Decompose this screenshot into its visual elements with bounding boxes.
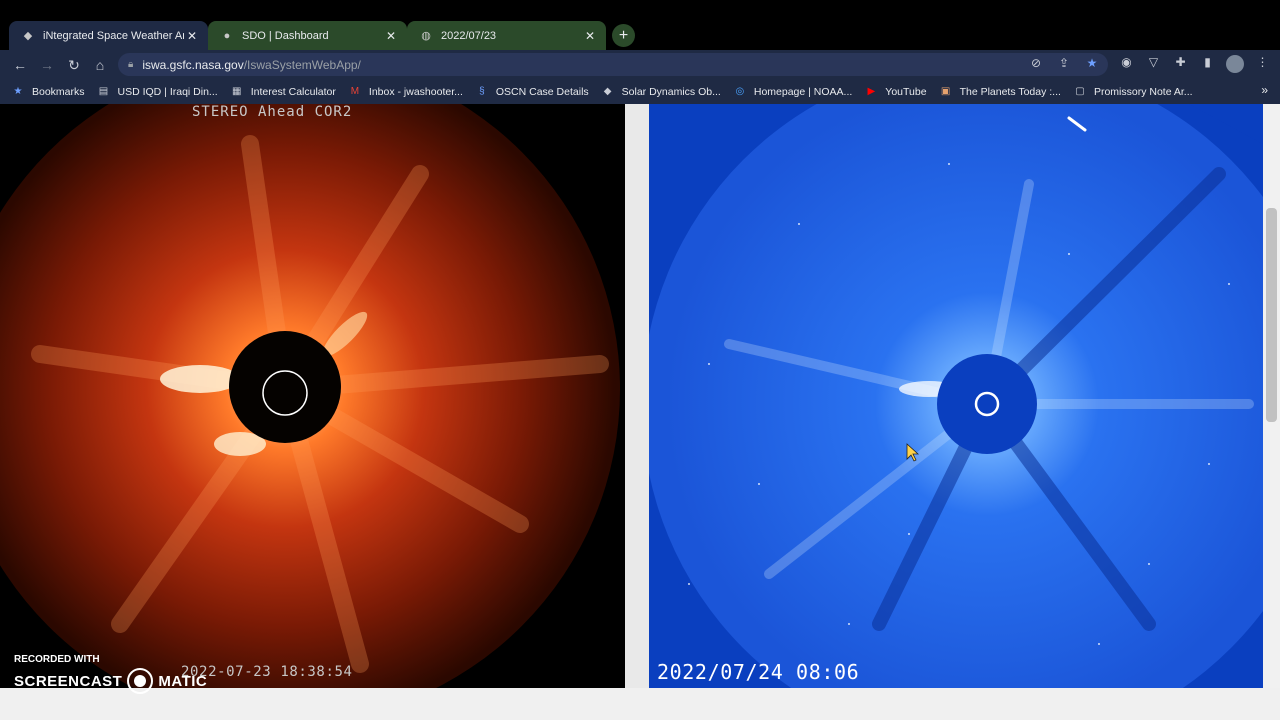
page-content: STEREO Ahead COR2 2022-07-23 18:38:54 20… <box>0 104 1280 720</box>
reload-icon[interactable]: ↻ <box>64 55 84 75</box>
close-tab-icon[interactable]: ✕ <box>383 28 399 44</box>
bookmark-label: Solar Dynamics Ob... <box>621 85 721 98</box>
close-tab-icon[interactable]: ✕ <box>582 28 598 44</box>
profile-avatar[interactable] <box>1226 55 1244 73</box>
instrument-title: STEREO Ahead COR2 <box>192 104 353 120</box>
planets-icon: ▣ <box>940 86 951 97</box>
bookmark-item[interactable]: ▢ Promissory Note Ar... <box>1074 85 1193 98</box>
extension-v-icon[interactable]: ▽ <box>1145 55 1162 73</box>
coronagraph-orange-svg <box>0 104 625 688</box>
close-tab-icon[interactable]: ✕ <box>184 28 200 44</box>
tab-strip: ◆ iNtegrated Space Weather Analy ✕ ● SDO… <box>0 0 1280 50</box>
bookmark-label: Homepage | NOAA... <box>753 85 853 98</box>
screencast-watermark: SCREENCAST MATIC <box>14 668 207 694</box>
bookmark-star-icon[interactable]: ★ <box>1084 56 1100 70</box>
bookmark-label: OSCN Case Details <box>495 85 589 98</box>
tab-iswa[interactable]: ◆ iNtegrated Space Weather Analy ✕ <box>9 21 208 50</box>
bookmarks-bar: ★ Bookmarks ▤ USD IQD | Iraqi Din... ▦ Inte… <box>0 79 1280 104</box>
url-path: /IswaSystemWebApp/ <box>243 57 361 72</box>
gmail-icon: M <box>350 86 360 97</box>
bookmarks-overflow-icon[interactable]: » <box>1261 83 1268 97</box>
share-icon[interactable]: ⇪ <box>1056 56 1072 70</box>
iqd-icon: ▤ <box>98 86 109 97</box>
youtube-icon: ▶ <box>867 86 876 97</box>
star-icon: ★ <box>13 86 23 97</box>
bookmark-item[interactable]: ▤ USD IQD | Iraqi Din... <box>98 86 218 98</box>
coronagraph-blue-svg <box>649 104 1263 688</box>
extension-w-icon[interactable]: ◉ <box>1118 55 1135 73</box>
tab-date[interactable]: ◍ 2022/07/23 ✕ <box>407 21 606 50</box>
recorded-with-label: RECORDED WITH <box>14 654 100 665</box>
tab-sdo[interactable]: ● SDO | Dashboard ✕ <box>208 21 407 50</box>
sdo-icon: ● <box>223 29 231 42</box>
watermark-brand-right: MATIC <box>158 672 208 690</box>
bookmark-label: The Planets Today :... <box>959 85 1061 98</box>
bookmark-item[interactable]: ▣ The Planets Today :... <box>940 86 1061 98</box>
tracking-blocked-icon[interactable]: ⊘ <box>1028 56 1044 70</box>
sidepanel-icon[interactable]: ▮ <box>1199 55 1216 73</box>
oscn-icon: § <box>479 86 485 97</box>
bookmark-item[interactable]: ▶ YouTube <box>865 86 926 98</box>
bookmark-label: Bookmarks <box>32 85 85 98</box>
stereo-cor2-image: STEREO Ahead COR2 2022-07-23 18:38:54 <box>0 104 625 688</box>
bookmark-item[interactable]: ▦ Interest Calculator <box>231 86 336 98</box>
lasco-c3-image: 2022/07/24 08:06 <box>649 104 1263 688</box>
browser-window: ◆ iNtegrated Space Weather Analy ✕ ● SDO… <box>0 0 1280 720</box>
bookmark-item[interactable]: M Inbox - jwashooter... <box>349 86 463 98</box>
screencast-logo-icon <box>127 668 154 694</box>
tab-title: SDO | Dashboard <box>242 29 329 42</box>
toolbar: ← → ↻ ⌂ 🔒︎ iswa.gsfc.nasa.gov/IswaSystem… <box>0 50 1280 79</box>
bookmark-label: Promissory Note Ar... <box>1093 85 1193 98</box>
document-icon: ▢ <box>1075 86 1085 97</box>
bookmark-item[interactable]: § OSCN Case Details <box>476 86 589 98</box>
new-tab-button[interactable]: + <box>612 24 635 47</box>
page-scrollbar[interactable] <box>1263 104 1280 688</box>
tab-title: 2022/07/23 <box>441 29 497 42</box>
forward-icon[interactable]: → <box>37 55 57 75</box>
url-host: iswa.gsfc.nasa.gov <box>142 57 244 72</box>
calculator-icon: ▦ <box>231 86 242 97</box>
address-bar[interactable]: 🔒︎ iswa.gsfc.nasa.gov/IswaSystemWebApp/ … <box>118 53 1108 76</box>
bookmark-label: USD IQD | Iraqi Din... <box>117 85 218 98</box>
bookmark-item[interactable]: ★ Bookmarks <box>12 86 85 98</box>
bookmark-item[interactable]: ◆ Solar Dynamics Ob... <box>602 86 721 98</box>
nasa-icon: ◆ <box>23 30 33 42</box>
noaa-icon: ◎ <box>735 86 745 97</box>
back-icon[interactable]: ← <box>10 55 30 75</box>
menu-kebab-icon[interactable]: ⋮ <box>1254 55 1271 73</box>
bookmark-item[interactable]: ◎ Homepage | NOAA... <box>734 86 852 98</box>
bookmark-label: Inbox - jwashooter... <box>368 85 463 98</box>
tab-title: iNtegrated Space Weather Analy <box>43 29 184 42</box>
bookmark-label: YouTube <box>885 85 927 98</box>
panel-divider <box>625 104 649 688</box>
watermark-brand-left: SCREENCAST <box>14 672 123 690</box>
right-timestamp: 2022/07/24 08:06 <box>657 660 860 684</box>
lock-icon: 🔒︎ <box>128 59 134 70</box>
globe-icon: ◍ <box>421 30 431 42</box>
sdo-icon: ◆ <box>603 86 612 97</box>
extensions-puzzle-icon[interactable]: ✚ <box>1172 55 1189 73</box>
home-icon[interactable]: ⌂ <box>90 55 110 75</box>
scrollbar-thumb[interactable] <box>1266 208 1277 422</box>
bookmark-label: Interest Calculator <box>250 85 336 98</box>
